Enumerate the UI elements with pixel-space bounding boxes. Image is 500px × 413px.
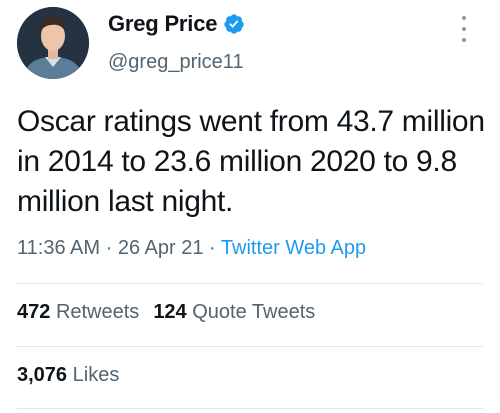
likes-count: 3,076 (17, 364, 68, 386)
likes-label: Likes (72, 364, 120, 386)
more-dot (462, 16, 466, 20)
divider (17, 283, 483, 284)
handle[interactable]: @greg_price11 (108, 51, 244, 74)
tweet-time[interactable]: 11:36 AM (17, 237, 100, 259)
retweets-count: 472 (17, 301, 51, 323)
tweet-text: Oscar ratings went from 43.7 million in … (17, 105, 485, 218)
verified-badge-icon (224, 14, 244, 34)
avatar-image (17, 7, 89, 79)
quote-tweets-label: Quote Tweets (192, 301, 316, 323)
retweets-label: Retweets (55, 301, 140, 323)
likes-stats: 3,076 Likes (17, 364, 133, 387)
more-dot (462, 27, 466, 31)
avatar[interactable] (17, 7, 89, 79)
tweet-date[interactable]: 26 Apr 21 (118, 237, 204, 259)
tweet-source[interactable]: Twitter Web App (221, 237, 366, 259)
divider (17, 346, 483, 347)
tweet-meta: 11:36 AM · 26 Apr 21 · Twitter Web App (17, 237, 366, 260)
quote-tweets-stat[interactable]: 124 Quote Tweets (153, 301, 315, 323)
more-options-icon[interactable] (459, 16, 469, 42)
more-dot (462, 38, 466, 42)
tweet-card: Greg Price @greg_price11 Oscar ratings w… (0, 0, 500, 413)
display-name[interactable]: Greg Price (108, 11, 217, 37)
meta-separator: · (209, 237, 216, 259)
quote-tweets-count: 124 (153, 301, 187, 323)
author-name-row: Greg Price (108, 11, 245, 37)
meta-separator: · (105, 237, 113, 259)
retweets-stat[interactable]: 472 Retweets (17, 301, 139, 323)
divider (17, 408, 483, 409)
likes-stat[interactable]: 3,076 Likes (17, 364, 119, 386)
engagement-stats: 472 Retweets 124 Quote Tweets (17, 301, 329, 324)
